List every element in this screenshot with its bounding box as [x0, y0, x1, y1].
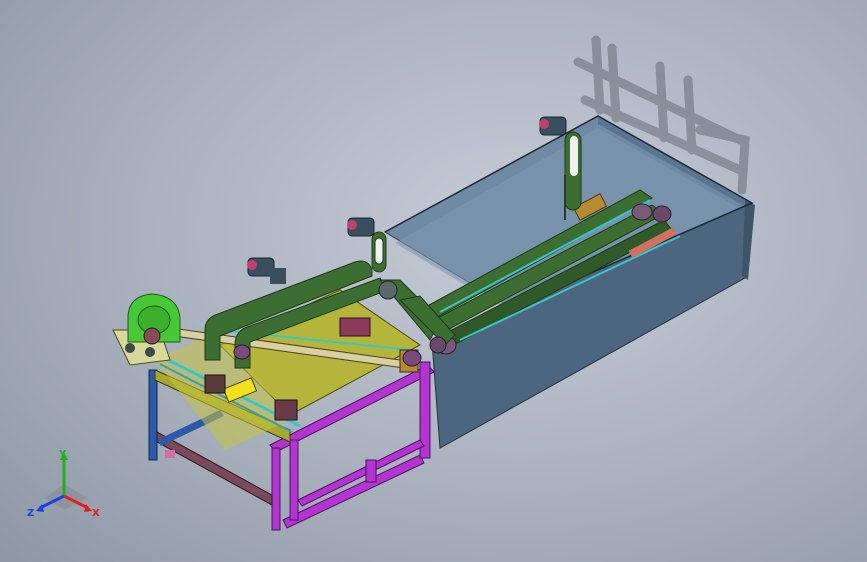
assembly-model[interactable] — [0, 0, 867, 562]
coordinate-triad[interactable]: Y X Z — [26, 448, 106, 520]
triad-z-label: Z — [27, 508, 34, 519]
cad-viewport[interactable]: Y X Z — [0, 0, 867, 562]
triad-x-label: X — [92, 508, 100, 519]
triad-y-label: Y — [58, 449, 67, 460]
